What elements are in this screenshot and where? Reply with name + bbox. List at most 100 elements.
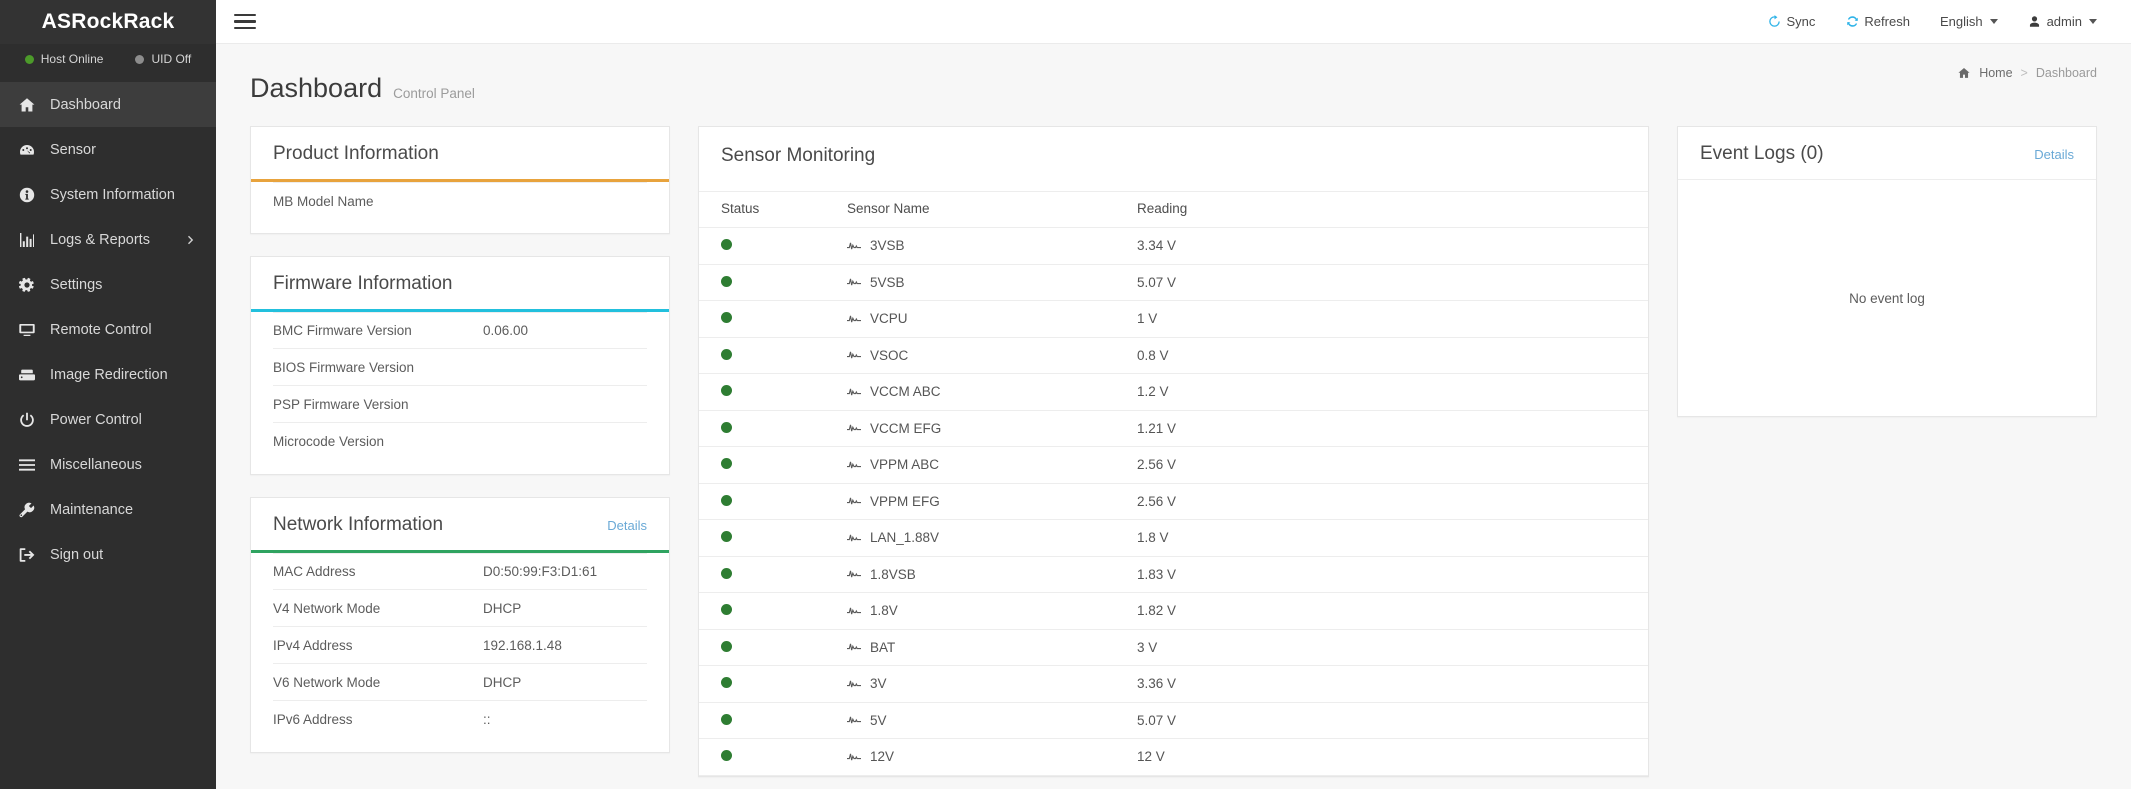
- info-row: Microcode Version: [273, 423, 647, 460]
- right-column: Event Logs (0) Details No event log: [1677, 126, 2097, 417]
- sensor-row[interactable]: VPPM EFG2.56 V: [699, 483, 1648, 520]
- sensor-name-cell: VPPM EFG: [847, 483, 1137, 520]
- sensor-status-cell: [699, 301, 847, 338]
- info-row-key: BIOS Firmware Version: [273, 360, 483, 375]
- menu-toggle-icon[interactable]: [234, 9, 260, 35]
- sensor-reading-cell: 2.56 V: [1137, 483, 1648, 520]
- status-ok-dot-icon: [721, 495, 732, 506]
- refresh-button[interactable]: Refresh: [1845, 14, 1910, 29]
- sensor-row[interactable]: 5VSB5.07 V: [699, 264, 1648, 301]
- sensor-row[interactable]: 5V5.07 V: [699, 702, 1648, 739]
- sensor-reading-cell: 1.8 V: [1137, 520, 1648, 557]
- sensor-row[interactable]: 3VSB3.34 V: [699, 228, 1648, 265]
- chevron-down-icon: [1990, 19, 1998, 24]
- sidebar-item-label: Sensor: [50, 142, 96, 158]
- uid-off-dot-icon: [135, 55, 144, 64]
- main-area: Sync Refresh English admin: [216, 0, 2131, 789]
- uid-status-chip[interactable]: UID Off: [135, 52, 191, 66]
- sidebar-item-label: Dashboard: [50, 97, 121, 113]
- sensor-row[interactable]: 1.8VSB1.83 V: [699, 556, 1648, 593]
- sensor-row[interactable]: 3V3.36 V: [699, 666, 1648, 703]
- sensor-row[interactable]: VCPU1 V: [699, 301, 1648, 338]
- topbar-actions: Sync Refresh English admin: [1768, 14, 2098, 29]
- firmware-information-header: Firmware Information: [251, 257, 669, 312]
- sidebar-item-sign-out[interactable]: Sign out: [0, 532, 216, 577]
- breadcrumb-home-link[interactable]: Home: [1979, 66, 2012, 80]
- sensor-row[interactable]: LAN_1.88V 1.8 V: [699, 520, 1648, 557]
- network-details-link[interactable]: Details: [607, 518, 647, 533]
- status-ok-dot-icon: [721, 641, 732, 652]
- pulse-icon: [847, 386, 861, 398]
- network-information-card: Network Information Details MAC Address D…: [250, 497, 670, 753]
- sidebar-item-label: System Information: [50, 187, 175, 203]
- network-information-header: Network Information Details: [251, 498, 669, 553]
- event-logs-details-link[interactable]: Details: [2034, 147, 2074, 162]
- sensor-row[interactable]: VPPM ABC2.56 V: [699, 447, 1648, 484]
- sensor-name-label: 3V: [870, 676, 887, 691]
- sensor-name-cell: VCCM ABC: [847, 374, 1137, 411]
- sensor-table-body: 3VSB3.34 V5VSB5.07 VVCPU1 VVSOC0.8 VVCCM…: [699, 228, 1648, 776]
- sensor-row[interactable]: 12V12 V: [699, 739, 1648, 776]
- sensor-row[interactable]: BAT3 V: [699, 629, 1648, 666]
- sidebar-item-label: Maintenance: [50, 502, 133, 518]
- info-row-key: IPv4 Address: [273, 638, 483, 653]
- sidebar-item-label: Image Redirection: [50, 367, 168, 383]
- uid-status-label: UID Off: [151, 52, 191, 66]
- product-information-list: MB Model Name: [251, 182, 669, 233]
- info-row-key: V4 Network Mode: [273, 601, 483, 616]
- pulse-icon: [847, 568, 861, 580]
- breadcrumb-separator: >: [2021, 66, 2028, 80]
- sidebar-item-sensor[interactable]: Sensor: [0, 127, 216, 172]
- refresh-icon: [1845, 15, 1859, 29]
- sensor-row[interactable]: VSOC0.8 V: [699, 337, 1648, 374]
- status-ok-dot-icon: [721, 604, 732, 615]
- sidebar-item-image-redirection[interactable]: Image Redirection: [0, 352, 216, 397]
- sensor-status-cell: [699, 629, 847, 666]
- user-menu[interactable]: admin: [2028, 14, 2097, 29]
- sidebar-item-logs-reports[interactable]: Logs & Reports: [0, 217, 216, 262]
- info-row: V4 Network ModeDHCP: [273, 590, 647, 627]
- status-ok-dot-icon: [721, 714, 732, 725]
- sensor-row[interactable]: VCCM EFG1.21 V: [699, 410, 1648, 447]
- sensor-name-label: LAN_1.88V: [870, 530, 939, 545]
- pulse-icon: [847, 605, 861, 617]
- sensor-status-cell: [699, 666, 847, 703]
- language-selector[interactable]: English: [1940, 14, 1998, 29]
- sensor-status-cell: [699, 593, 847, 630]
- sidebar-item-dashboard[interactable]: Dashboard: [0, 82, 216, 127]
- sensor-name-cell: VCCM EFG: [847, 410, 1137, 447]
- sidebar-item-maintenance[interactable]: Maintenance: [0, 487, 216, 532]
- host-status-chip: Host Online: [25, 52, 104, 66]
- sidebar-item-system-information[interactable]: System Information: [0, 172, 216, 217]
- sidebar-item-miscellaneous[interactable]: Miscellaneous: [0, 442, 216, 487]
- gauge-icon: [18, 141, 36, 159]
- sensor-row[interactable]: VCCM ABC1.2 V: [699, 374, 1648, 411]
- wrench-icon: [18, 501, 36, 519]
- sync-button[interactable]: Sync: [1768, 14, 1816, 29]
- product-information-header: Product Information: [251, 127, 669, 182]
- sensor-name-cell: VCPU: [847, 301, 1137, 338]
- sensor-reading-cell: 3 V: [1137, 629, 1648, 666]
- app-root: ASRockRack Host Online UID Off Dashboard…: [0, 0, 2131, 789]
- info-row: BIOS Firmware Version: [273, 349, 647, 386]
- sign-out-icon: [18, 546, 36, 564]
- sidebar-item-settings[interactable]: Settings: [0, 262, 216, 307]
- sidebar-item-label: Miscellaneous: [50, 457, 142, 473]
- pulse-icon: [847, 678, 861, 690]
- info-row-key: MAC Address: [273, 564, 483, 579]
- info-row-key: MB Model Name: [273, 194, 483, 209]
- info-row: IPv4 Address192.168.1.48: [273, 627, 647, 664]
- pulse-icon: [847, 313, 861, 325]
- sidebar-item-power-control[interactable]: Power Control: [0, 397, 216, 442]
- event-logs-title: Event Logs (0): [1700, 143, 1824, 165]
- sidebar-item-remote-control[interactable]: Remote Control: [0, 307, 216, 352]
- host-online-dot-icon: [25, 55, 34, 64]
- column-header-sensor-name: Sensor Name: [847, 192, 1137, 228]
- status-ok-dot-icon: [721, 422, 732, 433]
- sensor-name-cell: 12V: [847, 739, 1137, 776]
- pulse-icon: [847, 240, 861, 252]
- sync-label: Sync: [1787, 14, 1816, 29]
- sensor-status-cell: [699, 337, 847, 374]
- sensor-row[interactable]: 1.8V1.82 V: [699, 593, 1648, 630]
- event-logs-empty-text: No event log: [1849, 291, 1925, 306]
